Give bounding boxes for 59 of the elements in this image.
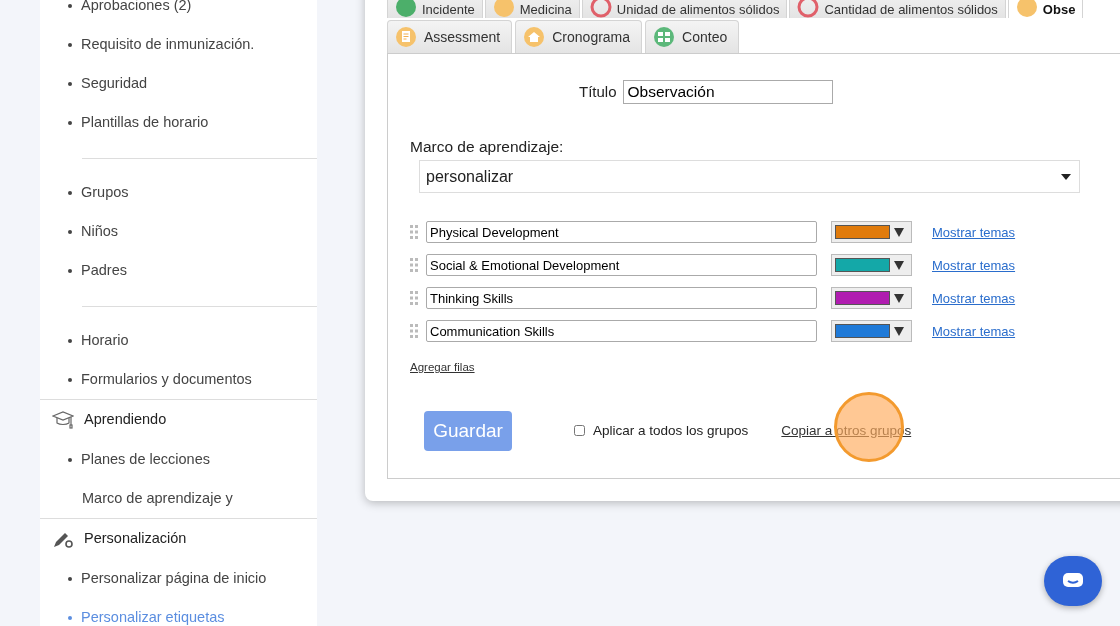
sidebar-link[interactable]: Seguridad [40,64,317,103]
drag-handle-icon[interactable] [410,324,418,339]
add-rows-link[interactable]: Agregar filas [410,359,475,377]
ring-icon [589,0,612,18]
sidebar-link[interactable]: Personalizar página de inicio [40,558,317,598]
tab[interactable]: Unidad de alimentos sólidos [581,0,788,18]
sidebar-link[interactable]: Requisito de inmunización. [40,25,317,64]
section-heading: Personalización [84,528,187,548]
caret-icon [894,227,904,237]
sidebar-link[interactable]: Niños [40,212,317,251]
sidebar-link[interactable]: Aprobaciones (2) [40,0,317,25]
tab[interactable]: Assessment [387,20,513,53]
tab[interactable]: Medicina [484,0,580,18]
checkbox[interactable] [574,425,585,437]
tab[interactable]: Cantidad de alimentos sólidos [789,0,1006,18]
caret-icon [894,260,904,270]
color-picker[interactable] [831,221,912,244]
caret-icon [894,326,904,336]
grid-icon [653,26,676,48]
show-topics-link[interactable]: Mostrar temas [932,255,1016,275]
section-heading: Aprendiendo [84,410,167,429]
tab[interactable]: Cronograma [515,20,643,53]
caret-icon [894,293,904,303]
caret-icon [1061,173,1071,180]
sidebar-link[interactable]: Padres [40,251,317,290]
show-topics-link[interactable]: Mostrar temas [932,288,1016,308]
ring-icon [797,0,820,18]
field-label: Título [579,81,617,102]
category-field[interactable]: Physical Development [426,221,817,244]
sidebar-link[interactable]: Marco de aprendizaje y [40,478,317,518]
drag-handle-icon[interactable] [410,225,418,240]
color-picker[interactable] [831,287,912,310]
show-topics-link[interactable]: Mostrar temas [932,321,1016,341]
framework-select[interactable]: personalizar [419,160,1080,194]
chat-icon [1062,572,1084,590]
sidebar-link[interactable]: Grupos [40,173,317,212]
sidebar-link[interactable]: Formularios y documentos [40,360,317,399]
sidebar-link[interactable]: Plantillas de horario [40,103,317,142]
sidebar-link[interactable]: Horario [40,321,317,360]
title-field[interactable]: Observación [622,80,833,104]
category-field[interactable]: Thinking Skills [426,287,817,310]
copy-link[interactable]: Copiar a otros grupos [781,420,912,441]
tab[interactable]: Obse [1007,0,1084,18]
tab[interactable]: Conteo [645,20,740,53]
drag-handle-icon[interactable] [410,291,418,306]
house-icon [523,26,546,48]
category-field[interactable]: Social & Emotional Development [426,254,817,277]
field-label: Marco de aprendizaje: [410,137,565,157]
show-topics-link[interactable]: Mostrar temas [932,222,1016,242]
category-field[interactable]: Communication Skills [426,320,817,343]
graduation-cap-icon [52,409,74,430]
checkbox-label: Aplicar a todos los grupos [593,421,749,440]
drag-handle-icon[interactable] [410,258,418,273]
color-picker[interactable] [831,320,912,343]
color-picker[interactable] [831,254,912,277]
chat-button[interactable] [1044,556,1102,606]
sidebar-link[interactable]: Planes de lecciones [40,439,317,479]
tab[interactable]: Incidente [387,0,483,18]
clipboard-icon [395,26,417,48]
